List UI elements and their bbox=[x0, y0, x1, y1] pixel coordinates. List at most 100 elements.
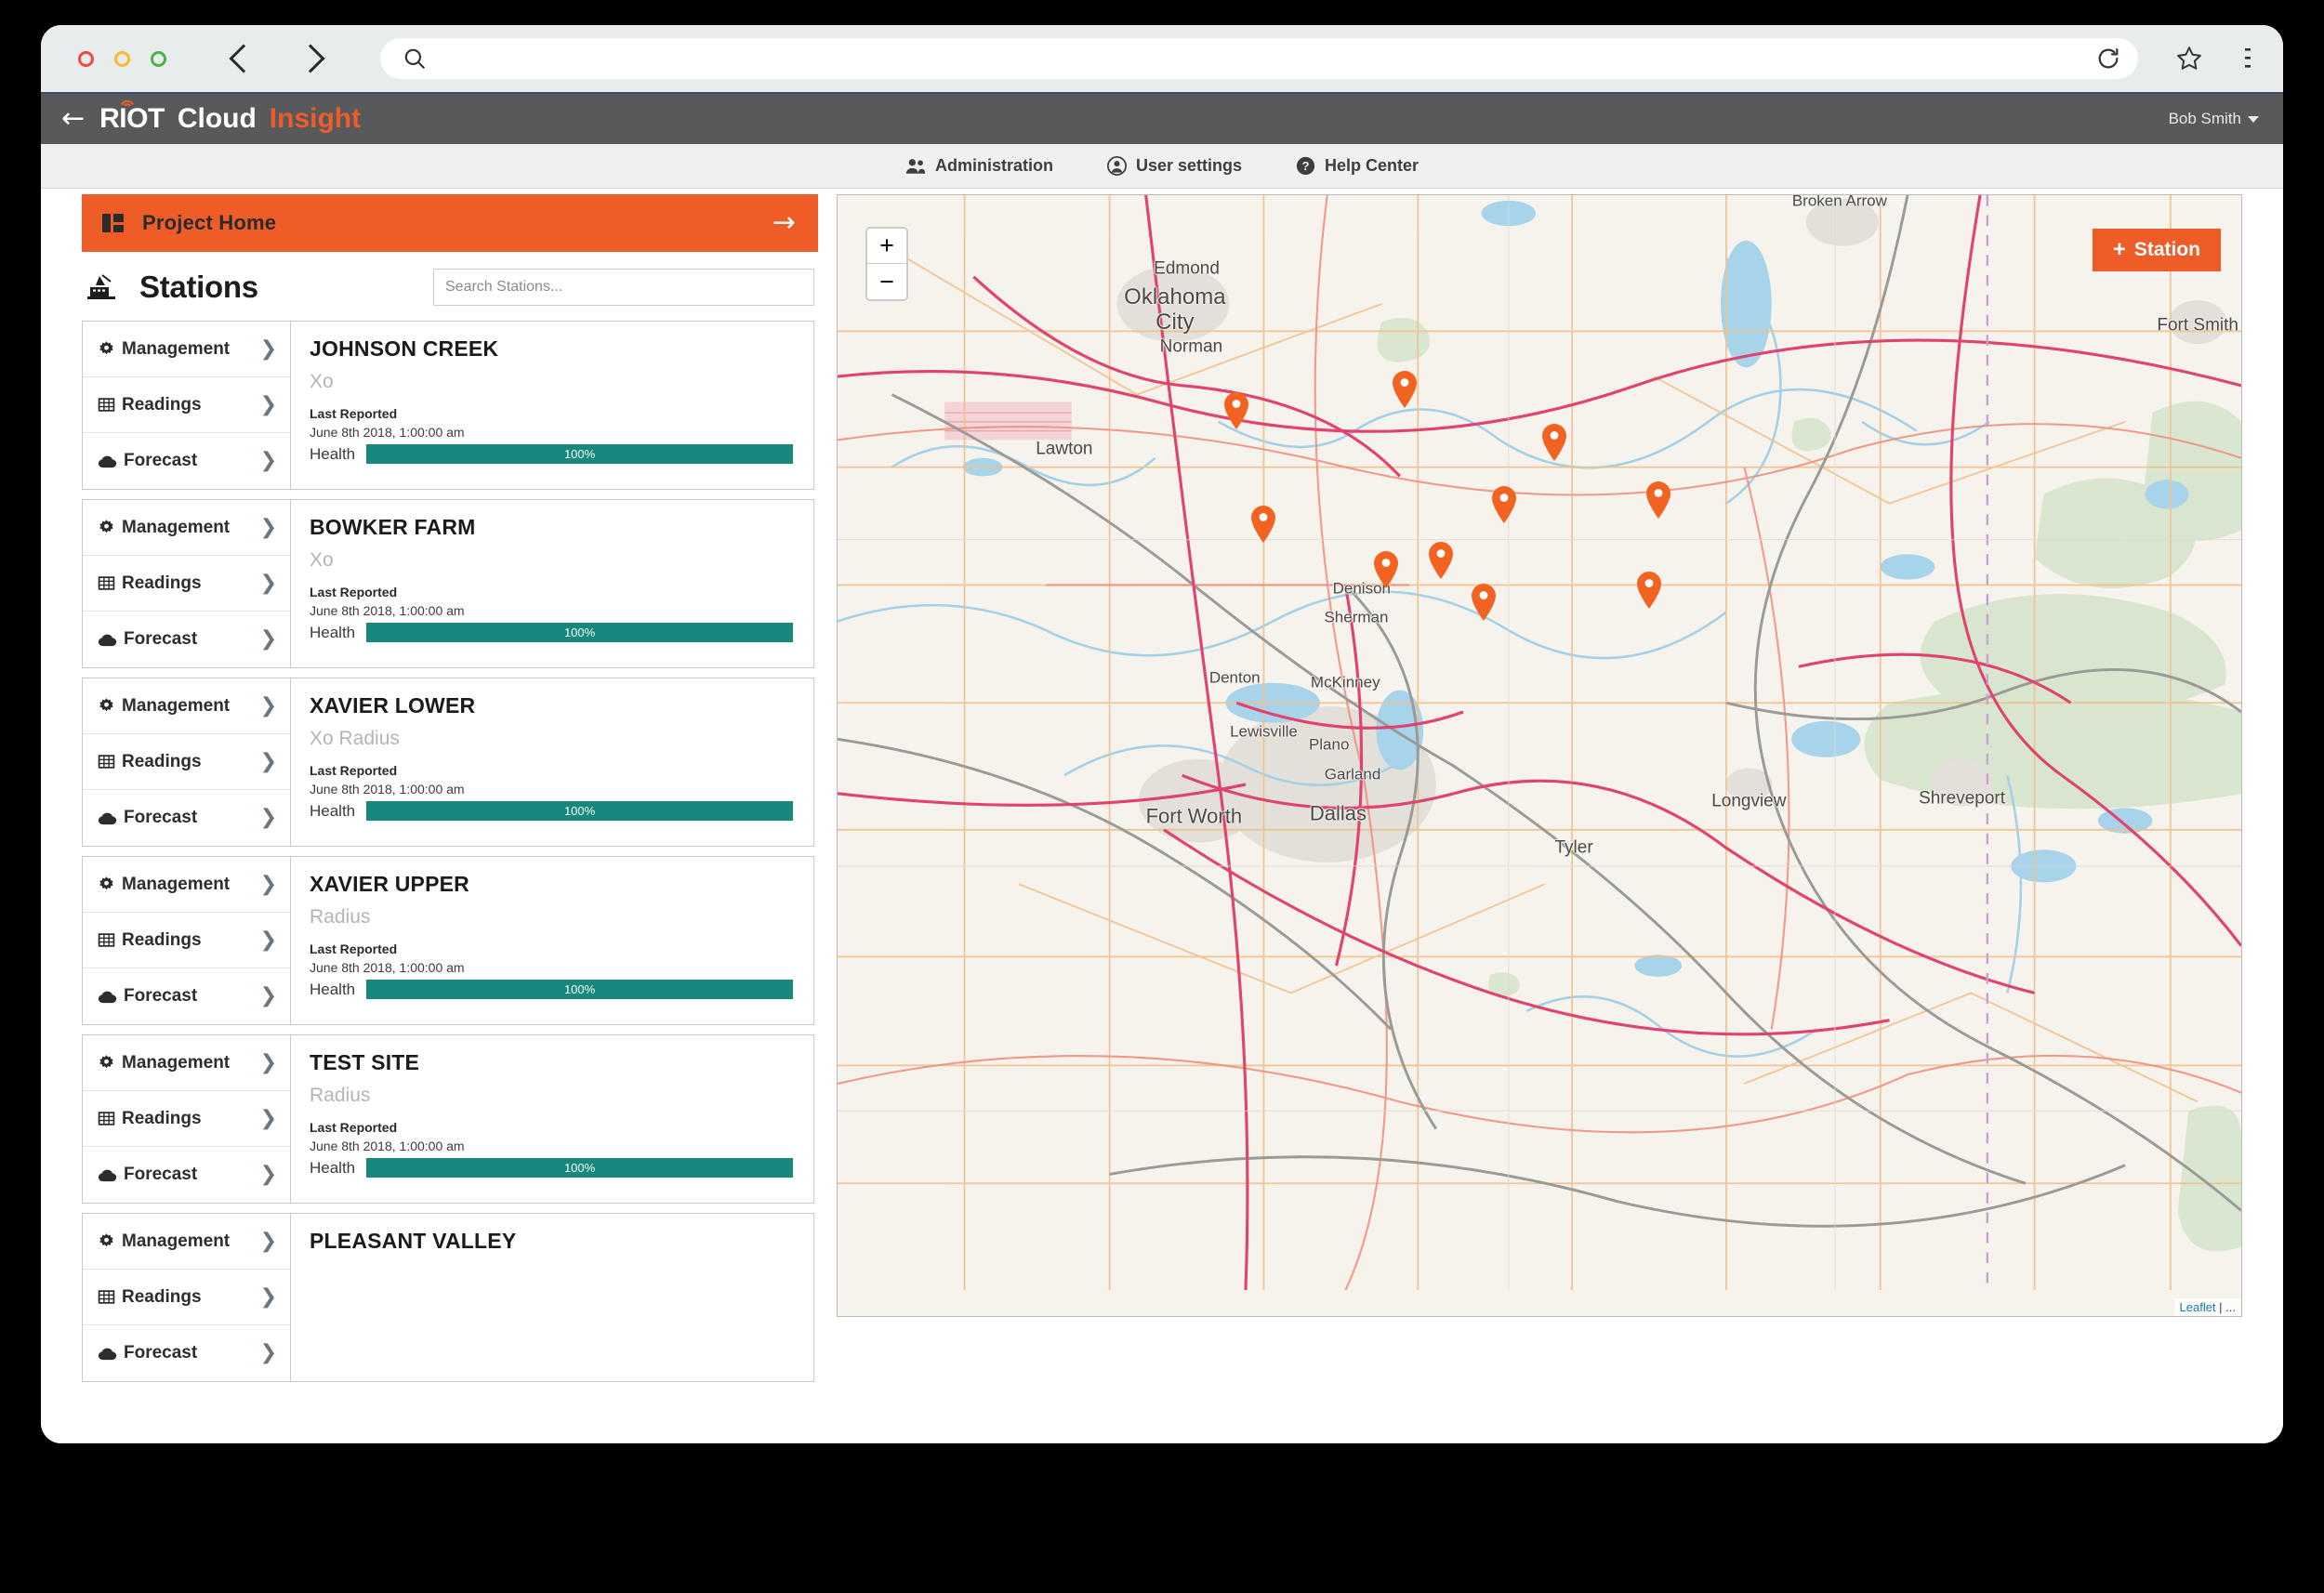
station-forecast-action[interactable]: Forecast ❯ bbox=[83, 968, 290, 1024]
station-card[interactable]: Management ❯ Readings ❯ Forecast ❯ BOWKE… bbox=[82, 499, 814, 668]
station-management-action[interactable]: Management ❯ bbox=[83, 322, 290, 377]
readings-label: Readings bbox=[122, 573, 202, 593]
station-card[interactable]: Management ❯ Readings ❯ Forecast ❯ TEST … bbox=[82, 1034, 814, 1204]
station-readings-action[interactable]: Readings ❯ bbox=[83, 377, 290, 433]
users-icon bbox=[905, 159, 926, 174]
gear-icon bbox=[99, 341, 113, 355]
kebab-menu-icon[interactable] bbox=[2244, 45, 2251, 72]
add-station-button[interactable]: + Station bbox=[2092, 229, 2221, 271]
search-icon bbox=[404, 48, 425, 69]
chevron-down-icon bbox=[2248, 115, 2259, 123]
station-health: Health 100% bbox=[310, 444, 793, 464]
station-subtitle: Radius bbox=[310, 1085, 371, 1106]
reload-icon[interactable] bbox=[2095, 46, 2121, 72]
map-attribution: Leaflet | ... bbox=[2173, 1298, 2241, 1316]
search-stations-input[interactable] bbox=[433, 269, 814, 306]
nav-label-help-center: Help Center bbox=[1325, 156, 1419, 175]
nav-item-help-center[interactable]: ? Help Center bbox=[1296, 156, 1419, 176]
station-antenna-icon bbox=[87, 274, 115, 299]
station-management-action[interactable]: Management ❯ bbox=[83, 1214, 290, 1270]
map-station-marker[interactable] bbox=[1427, 541, 1455, 585]
station-card[interactable]: Management ❯ Readings ❯ Forecast ❯ XAVIE… bbox=[82, 678, 814, 847]
question-circle-icon: ? bbox=[1296, 156, 1315, 176]
last-reported-label: Last Reported bbox=[310, 941, 398, 956]
map-pin-icon bbox=[1491, 486, 1516, 524]
station-management-action[interactable]: Management ❯ bbox=[83, 500, 290, 556]
close-window-button[interactable] bbox=[78, 50, 94, 67]
plus-icon: + bbox=[2112, 237, 2126, 262]
map-pin-icon bbox=[1374, 551, 1399, 589]
station-card[interactable]: Management ❯ Readings ❯ Forecast ❯ XAVIE… bbox=[82, 856, 814, 1025]
nav-item-user-settings[interactable]: User settings bbox=[1106, 156, 1242, 176]
station-name: BOWKER FARM bbox=[310, 515, 476, 539]
map-station-marker[interactable] bbox=[1490, 485, 1518, 529]
back-chevron-icon[interactable] bbox=[229, 44, 258, 73]
management-label: Management bbox=[122, 1231, 231, 1251]
station-card-body: BOWKER FARM Xo Last Reported June 8th 20… bbox=[291, 500, 813, 667]
station-readings-action[interactable]: Readings ❯ bbox=[83, 556, 290, 612]
cloud-icon bbox=[98, 1348, 117, 1360]
station-readings-action[interactable]: Readings ❯ bbox=[83, 1091, 290, 1147]
health-label: Health bbox=[310, 444, 356, 463]
leaflet-map[interactable]: + − + Station Leaflet | ... Broken Arrow… bbox=[837, 194, 2242, 1317]
map-station-marker[interactable] bbox=[1391, 370, 1419, 414]
cloud-icon bbox=[98, 991, 117, 1003]
forecast-label: Forecast bbox=[124, 808, 198, 827]
gear-icon bbox=[99, 1055, 113, 1069]
stations-list[interactable]: Management ❯ Readings ❯ Forecast ❯ JOHNS… bbox=[82, 321, 818, 1443]
user-menu[interactable]: Bob Smith bbox=[2169, 110, 2259, 128]
station-readings-action[interactable]: Readings ❯ bbox=[83, 734, 290, 790]
zoom-out-button[interactable]: − bbox=[867, 264, 906, 299]
station-management-action[interactable]: Management ❯ bbox=[83, 857, 290, 913]
forward-chevron-icon[interactable] bbox=[296, 44, 325, 73]
url-input[interactable] bbox=[427, 49, 2095, 68]
brand-insight-label: Insight bbox=[269, 103, 362, 134]
table-grid-icon bbox=[98, 576, 115, 590]
stations-header: Stations bbox=[82, 256, 818, 321]
star-icon[interactable] bbox=[2175, 45, 2203, 72]
station-management-action[interactable]: Management ❯ bbox=[83, 678, 290, 734]
station-card[interactable]: Management ❯ Readings ❯ Forecast ❯ JOHNS… bbox=[82, 321, 814, 490]
attribution-rest: | ... bbox=[2215, 1300, 2236, 1314]
last-reported-value: June 8th 2018, 1:00:00 am bbox=[310, 960, 465, 975]
map-pin-icon bbox=[1428, 542, 1453, 580]
map-station-marker[interactable] bbox=[1249, 505, 1277, 548]
browser-navigation bbox=[229, 44, 325, 73]
map-station-marker[interactable] bbox=[1635, 571, 1663, 614]
map-station-marker[interactable] bbox=[1540, 423, 1568, 467]
brand-logo[interactable]: RIOT Cloud Insight bbox=[99, 99, 362, 135]
map-station-marker[interactable] bbox=[1470, 583, 1498, 626]
leaflet-link[interactable]: Leaflet bbox=[2180, 1300, 2216, 1314]
table-grid-icon bbox=[98, 755, 115, 769]
browser-toolbar bbox=[41, 25, 2283, 92]
project-home-banner[interactable]: Project Home → bbox=[82, 194, 818, 252]
station-management-action[interactable]: Management ❯ bbox=[83, 1035, 290, 1091]
url-bar[interactable] bbox=[380, 38, 2138, 79]
health-track: 100% bbox=[366, 444, 793, 464]
map-station-marker[interactable] bbox=[1644, 481, 1672, 524]
zoom-in-button[interactable]: + bbox=[867, 229, 906, 264]
map-station-marker[interactable] bbox=[1222, 391, 1250, 435]
station-forecast-action[interactable]: Forecast ❯ bbox=[83, 612, 290, 667]
map-pin-icon bbox=[1471, 584, 1496, 622]
station-forecast-action[interactable]: Forecast ❯ bbox=[83, 1325, 290, 1381]
app-back-arrow-icon[interactable]: ← bbox=[61, 105, 85, 133]
map-station-marker[interactable] bbox=[1372, 550, 1400, 594]
health-label: Health bbox=[310, 1158, 356, 1177]
health-fill: 100% bbox=[366, 801, 793, 821]
station-forecast-action[interactable]: Forecast ❯ bbox=[83, 433, 290, 489]
station-card-actions: Management ❯ Readings ❯ Forecast ❯ bbox=[83, 322, 291, 489]
health-track: 100% bbox=[366, 980, 793, 999]
brand-cloud-label: Cloud bbox=[177, 103, 257, 134]
maximize-window-button[interactable] bbox=[151, 50, 166, 67]
station-card[interactable]: Management ❯ Readings ❯ Forecast ❯ PLEAS… bbox=[82, 1213, 814, 1382]
readings-label: Readings bbox=[122, 929, 202, 950]
user-name-label: Bob Smith bbox=[2168, 110, 2241, 127]
station-forecast-action[interactable]: Forecast ❯ bbox=[83, 1147, 290, 1203]
station-forecast-action[interactable]: Forecast ❯ bbox=[83, 790, 290, 846]
station-subtitle: Xo bbox=[310, 549, 334, 571]
minimize-window-button[interactable] bbox=[114, 50, 130, 67]
station-readings-action[interactable]: Readings ❯ bbox=[83, 913, 290, 968]
nav-item-administration[interactable]: Administration bbox=[905, 156, 1053, 176]
station-readings-action[interactable]: Readings ❯ bbox=[83, 1270, 290, 1325]
